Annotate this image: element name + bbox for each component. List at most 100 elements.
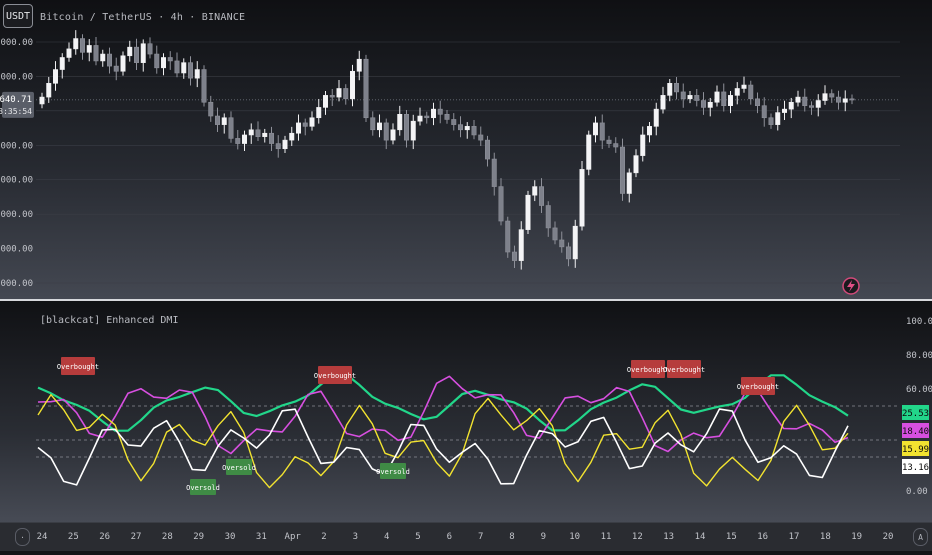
candle-body[interactable] — [748, 84, 754, 100]
auto-scale-button[interactable]: A — [913, 528, 928, 546]
overbought-tag[interactable]: Overbought — [663, 360, 705, 378]
candle-body[interactable] — [471, 126, 477, 136]
candle-body[interactable] — [242, 134, 248, 144]
candle-body[interactable] — [667, 83, 673, 96]
lightning-icon[interactable] — [842, 277, 860, 295]
currency-badge[interactable]: USDT — [3, 4, 33, 28]
candle-body[interactable] — [451, 119, 457, 125]
candle-body[interactable] — [579, 169, 585, 227]
indicator-chart[interactable]: 100.00 80.00 60.00 0.00 Overbought Overbought… — [0, 301, 932, 522]
candle-body[interactable] — [788, 101, 794, 110]
oversold-tag[interactable]: Oversold — [376, 463, 410, 479]
candle-body[interactable] — [525, 194, 531, 230]
candle-body[interactable] — [822, 93, 828, 101]
candle-body[interactable] — [228, 117, 234, 139]
candle-body[interactable] — [815, 100, 821, 108]
candle-body[interactable] — [478, 134, 484, 141]
overbought-tag[interactable]: Overbought — [737, 377, 779, 395]
candle-body[interactable] — [397, 114, 403, 131]
candle-body[interactable] — [343, 88, 349, 100]
candle-body[interactable] — [107, 53, 113, 67]
candle-body[interactable] — [721, 91, 727, 106]
overbought-tag[interactable]: Overbought — [57, 357, 99, 375]
candle-body[interactable] — [640, 134, 646, 156]
candle-body[interactable] — [46, 83, 52, 98]
candle-body[interactable] — [221, 117, 227, 125]
candle-body[interactable] — [295, 122, 301, 134]
candle-body[interactable] — [134, 46, 140, 63]
candle-body[interactable] — [255, 129, 261, 137]
candle-body[interactable] — [430, 108, 436, 119]
candle-body[interactable] — [127, 46, 133, 57]
candle-body[interactable] — [309, 117, 315, 127]
candle-body[interactable] — [52, 69, 58, 84]
candle-body[interactable] — [633, 155, 639, 174]
candle-body[interactable] — [174, 60, 180, 74]
candle-body[interactable] — [248, 129, 254, 136]
indicator-pane[interactable]: 100.00 80.00 60.00 0.00 Overbought Overbought… — [0, 301, 932, 522]
overbought-tag[interactable]: Overbought — [314, 366, 356, 384]
candle-body[interactable] — [444, 114, 450, 120]
price-pane[interactable]: 88,000.00 86,000.00 82,000.00 80,000.00 78,0… — [0, 0, 932, 299]
candle-body[interactable] — [505, 220, 511, 253]
candle-body[interactable] — [349, 70, 355, 100]
candle-body[interactable] — [154, 53, 160, 69]
candle-body[interactable] — [572, 225, 578, 260]
candle-body[interactable] — [586, 134, 592, 170]
candle-body[interactable] — [282, 139, 288, 150]
candle-body[interactable] — [329, 95, 335, 98]
indicator-title[interactable]: [blackcat] Enhanced DMI — [40, 315, 178, 326]
candle-body[interactable] — [511, 251, 517, 261]
candle-body[interactable] — [592, 122, 598, 136]
candle-body[interactable] — [545, 205, 551, 229]
candle-body[interactable] — [181, 62, 187, 74]
candle-body[interactable] — [802, 96, 808, 106]
candle-body[interactable] — [653, 108, 659, 127]
candle-body[interactable] — [167, 57, 173, 62]
candle-body[interactable] — [410, 120, 416, 141]
candle-body[interactable] — [113, 65, 119, 72]
candle-body[interactable] — [376, 122, 382, 131]
candle-body[interactable] — [727, 95, 733, 106]
candle-body[interactable] — [403, 114, 409, 141]
candle-body[interactable] — [552, 227, 558, 241]
candle-body[interactable] — [86, 45, 92, 53]
candle-body[interactable] — [619, 146, 625, 194]
candle-body[interactable] — [775, 112, 781, 125]
candle-body[interactable] — [680, 91, 686, 100]
candle-body[interactable] — [808, 105, 814, 108]
candle-body[interactable] — [59, 57, 65, 70]
candle-body[interactable] — [100, 53, 106, 62]
candle-body[interactable] — [336, 88, 342, 98]
time-axis[interactable]: 24 25 26 27 28 29 30 31 Apr 2 3 4 5 6 7 8 9 10 11 12 13 14 15 1… — [0, 522, 932, 551]
candle-body[interactable] — [613, 143, 619, 148]
candle-body[interactable] — [73, 38, 79, 50]
candle-body[interactable] — [849, 98, 855, 101]
candle-body[interactable] — [424, 115, 430, 119]
candle-body[interactable] — [322, 95, 328, 108]
candle-body[interactable] — [761, 105, 767, 119]
candle-body[interactable] — [289, 132, 295, 141]
candle-body[interactable] — [559, 239, 565, 248]
candle-body[interactable] — [741, 84, 747, 89]
candle-body[interactable] — [707, 101, 713, 108]
candle-body[interactable] — [532, 186, 538, 196]
candle-body[interactable] — [687, 95, 693, 100]
candle-body[interactable] — [390, 129, 396, 141]
candle-body[interactable] — [147, 43, 153, 55]
candle-body[interactable] — [464, 126, 470, 131]
candle-body[interactable] — [498, 186, 504, 222]
candle-body[interactable] — [235, 138, 241, 144]
candle-body[interactable] — [565, 246, 571, 260]
candle-body[interactable] — [829, 93, 835, 98]
candle-body[interactable] — [383, 122, 389, 141]
candle-body[interactable] — [140, 43, 146, 63]
candle-body[interactable] — [356, 58, 362, 72]
candle-body[interactable] — [842, 98, 848, 103]
scroll-left-button[interactable]: · — [15, 528, 30, 546]
candle-body[interactable] — [417, 115, 423, 122]
candle-body[interactable] — [437, 108, 443, 115]
candle-body[interactable] — [768, 117, 774, 125]
candle-body[interactable] — [161, 57, 167, 69]
candle-body[interactable] — [700, 100, 706, 108]
